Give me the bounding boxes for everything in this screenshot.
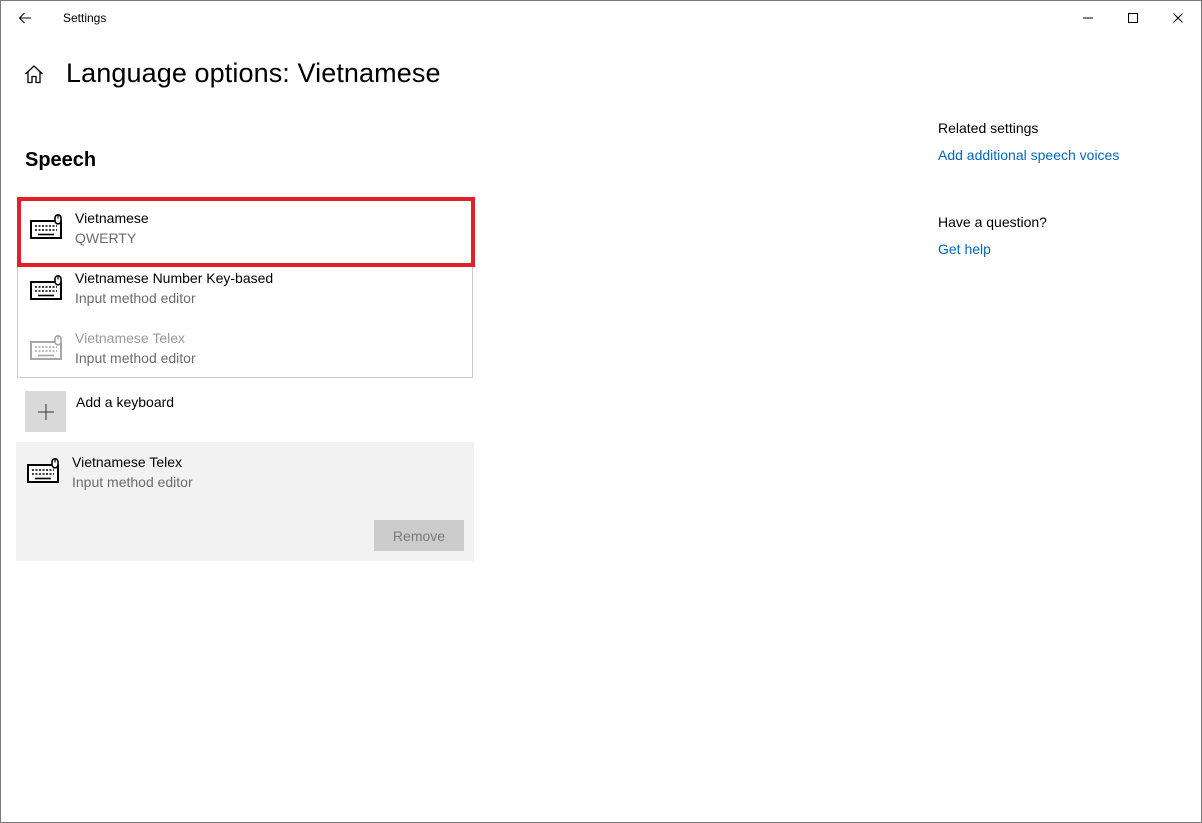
page-title: Language options: Vietnamese bbox=[66, 58, 441, 88]
keyboard-name: Vietnamese Telex bbox=[75, 330, 185, 346]
add-keyboard-button[interactable]: Add a keyboard bbox=[25, 391, 325, 433]
related-settings-heading: Related settings bbox=[938, 120, 1039, 136]
plus-icon-box bbox=[25, 391, 66, 432]
keyboard-name: Vietnamese bbox=[75, 210, 149, 226]
app-title: Settings bbox=[63, 11, 107, 25]
keyboard-icon bbox=[30, 275, 62, 300]
keyboard-list: Vietnamese QWERTY Vietnamese Number Key-… bbox=[17, 197, 475, 378]
selected-keyboard-name: Vietnamese Telex bbox=[72, 454, 182, 470]
question-heading: Have a question? bbox=[938, 214, 1047, 230]
add-speech-voices-link[interactable]: Add additional speech voices bbox=[938, 147, 1119, 163]
keyboard-item-vietnamese-qwerty[interactable]: Vietnamese QWERTY bbox=[17, 197, 475, 267]
get-help-link[interactable]: Get help bbox=[938, 241, 991, 257]
close-icon bbox=[1173, 13, 1183, 23]
home-icon bbox=[25, 65, 43, 84]
minimize-button[interactable] bbox=[1065, 1, 1111, 35]
title-bar: Settings bbox=[1, 1, 1201, 35]
close-button[interactable] bbox=[1155, 1, 1201, 35]
keyboard-icon bbox=[27, 458, 59, 483]
keyboard-icon bbox=[30, 335, 62, 360]
keyboard-name: Vietnamese Number Key-based bbox=[75, 270, 274, 286]
section-title: Speech bbox=[25, 149, 97, 171]
minimize-icon bbox=[1083, 17, 1093, 19]
maximize-button[interactable] bbox=[1110, 1, 1156, 35]
maximize-icon bbox=[1128, 13, 1138, 23]
plus-icon bbox=[37, 403, 54, 420]
selected-keyboard-panel[interactable]: Vietnamese Telex Input method editor Rem… bbox=[16, 442, 474, 561]
keyboard-subtitle: Input method editor bbox=[75, 290, 196, 306]
keyboard-subtitle: Input method editor bbox=[75, 350, 196, 366]
keyboard-subtitle: QWERTY bbox=[75, 230, 137, 246]
remove-button[interactable]: Remove bbox=[374, 520, 464, 551]
back-button[interactable] bbox=[9, 5, 41, 31]
home-button[interactable] bbox=[23, 63, 49, 89]
keyboard-item-vietnamese-telex[interactable]: Vietnamese Telex Input method editor bbox=[18, 318, 472, 378]
keyboard-icon bbox=[30, 214, 62, 239]
add-keyboard-label: Add a keyboard bbox=[76, 394, 175, 410]
selected-keyboard-subtitle: Input method editor bbox=[72, 474, 193, 490]
settings-window: Settings Language options: Vietnamese Sp… bbox=[0, 0, 1202, 823]
back-arrow-icon bbox=[18, 12, 31, 24]
keyboard-item-vietnamese-number-key[interactable]: Vietnamese Number Key-based Input method… bbox=[18, 258, 472, 318]
